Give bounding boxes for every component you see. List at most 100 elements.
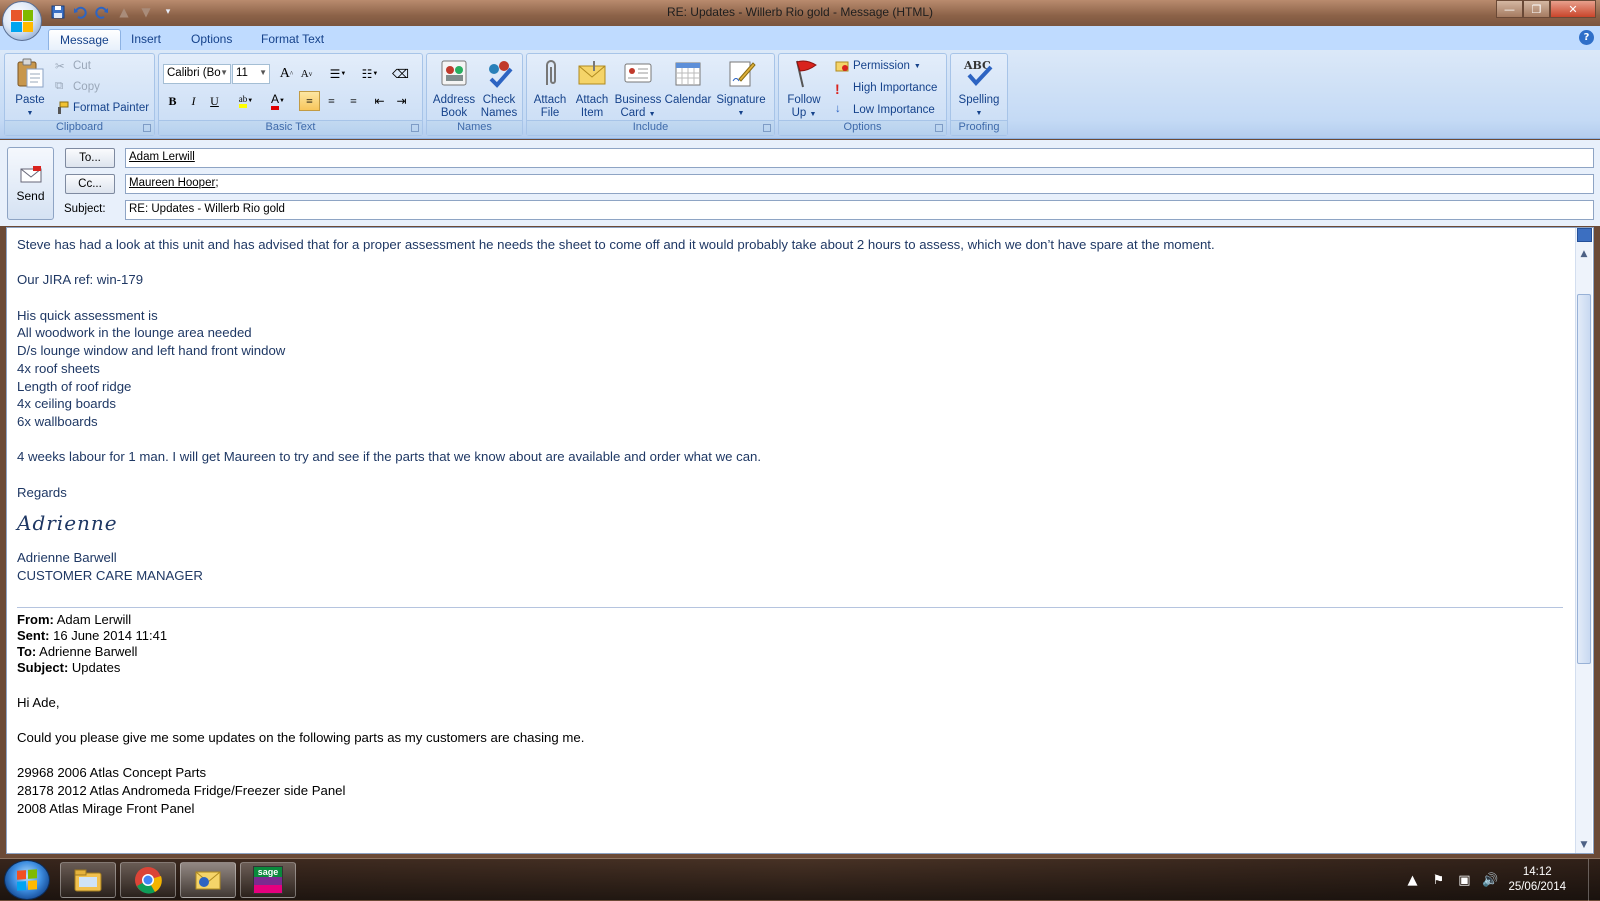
taskbar-sage[interactable]: sage: [240, 862, 296, 898]
subject-field[interactable]: RE: Updates - Willerb Rio gold: [125, 200, 1594, 220]
quoted-request: Could you please give me some updates on…: [17, 729, 585, 745]
attach-file-button[interactable]: Attach File: [529, 57, 571, 120]
signature-button[interactable]: Signature ▼: [713, 57, 769, 120]
assessment-item: Length of roof ridge: [17, 378, 132, 394]
vertical-scrollbar[interactable]: ▲ ▼: [1575, 228, 1592, 853]
tab-insert[interactable]: Insert: [120, 29, 172, 50]
minimize-button[interactable]: —: [1496, 0, 1523, 18]
follow-up-button[interactable]: Follow Up ▼: [783, 57, 825, 121]
increase-indent-button[interactable]: ⇥: [391, 91, 412, 111]
send-button[interactable]: Send: [7, 147, 54, 220]
cc-recipient[interactable]: Maureen Hooper: [129, 177, 215, 189]
paste-icon: [14, 57, 46, 89]
align-left-button[interactable]: ≡: [299, 91, 320, 111]
action-center-flag-icon[interactable]: ⚑: [1430, 872, 1446, 888]
decrease-indent-button[interactable]: ⇤: [369, 91, 390, 111]
attach-item-button[interactable]: Attach Item: [571, 57, 613, 120]
address-book-label-2: Book: [440, 107, 468, 119]
low-importance-button[interactable]: ↓ Low Importance: [835, 100, 935, 120]
tab-options[interactable]: Options: [180, 29, 243, 50]
font-size-combo[interactable]: 11 ▼: [232, 64, 270, 84]
maximize-button[interactable]: ❐: [1523, 0, 1550, 18]
increase-indent-icon: ⇥: [396, 93, 407, 108]
start-button[interactable]: [4, 860, 50, 900]
bullets-icon: ☰: [329, 66, 341, 81]
scrollbar-thumb[interactable]: [1577, 294, 1591, 664]
options-dialog-launcher[interactable]: [935, 124, 943, 132]
outlook-icon: [195, 871, 221, 890]
tab-format-text[interactable]: Format Text: [250, 29, 335, 50]
network-icon[interactable]: ▣: [1456, 872, 1472, 888]
font-name-combo[interactable]: Calibri (Bo ▼: [163, 64, 231, 84]
cut-icon: ✂: [55, 61, 65, 73]
to-button[interactable]: To...: [65, 148, 115, 168]
scroll-down-icon[interactable]: ▼: [1576, 837, 1592, 853]
include-dialog-launcher[interactable]: [763, 124, 771, 132]
ribbon-tabs: Message Insert Options Format Text ?: [0, 26, 1600, 50]
volume-icon[interactable]: 🔊: [1482, 872, 1498, 888]
show-hidden-icons-icon[interactable]: ▲: [1404, 872, 1420, 888]
decrease-indent-icon: ⇤: [374, 93, 385, 108]
numbering-icon: ☷: [361, 66, 373, 81]
copy-button[interactable]: ⧉ Copy: [55, 77, 100, 97]
close-button[interactable]: ✕: [1550, 0, 1596, 18]
clear-formatting-button[interactable]: ⌫: [390, 64, 411, 84]
taskbar-chrome[interactable]: [120, 862, 176, 898]
tab-message[interactable]: Message: [48, 29, 121, 50]
align-right-button[interactable]: ≡: [343, 91, 364, 111]
highlight-button[interactable]: ab ▼: [231, 91, 261, 111]
quoted-subject: Subject: Updates: [17, 660, 1563, 676]
clipboard-dialog-launcher[interactable]: [143, 124, 151, 132]
taskbar-explorer[interactable]: [60, 862, 116, 898]
address-book-button[interactable]: Address Book: [431, 57, 477, 120]
quoted-part: 29968 2006 Atlas Concept Parts: [17, 765, 207, 781]
shrink-font-button[interactable]: Av: [296, 64, 317, 84]
format-painter-button[interactable]: Format Painter: [55, 98, 149, 118]
to-field[interactable]: Adam Lerwill: [125, 148, 1594, 168]
send-envelope-icon: [20, 165, 41, 182]
cc-field[interactable]: Maureen Hooper;: [125, 174, 1594, 194]
taskbar-outlook[interactable]: [180, 862, 236, 898]
red-flag-icon: [788, 57, 820, 89]
quoted-divider: [17, 606, 1563, 608]
copy-label: Copy: [73, 81, 100, 93]
permission-button[interactable]: Permission ▼: [835, 56, 921, 76]
italic-button[interactable]: I: [183, 91, 204, 111]
cc-button[interactable]: Cc...: [65, 174, 115, 194]
office-logo-icon: [11, 10, 33, 32]
grow-font-icon: A: [279, 66, 290, 81]
names-group: Address Book Check Names Names: [426, 53, 523, 136]
grow-font-button[interactable]: A ^: [276, 64, 297, 84]
cut-button[interactable]: ✂ Cut: [55, 56, 91, 76]
bullets-button[interactable]: ☰ ▼: [325, 64, 351, 84]
quoted-to: To: Adrienne Barwell: [17, 644, 1563, 660]
underline-button[interactable]: U: [204, 91, 225, 111]
business-card-button[interactable]: Business Card ▼: [613, 57, 663, 121]
message-body-content[interactable]: Steve has had a look at this unit and ha…: [17, 236, 1563, 817]
scroll-up-icon[interactable]: ▲: [1576, 246, 1592, 262]
help-icon[interactable]: ?: [1579, 30, 1594, 45]
numbering-button[interactable]: ☷ ▼: [357, 64, 383, 84]
calendar-button[interactable]: Calendar: [663, 57, 713, 107]
office-button[interactable]: [2, 1, 42, 41]
high-importance-button[interactable]: ! High Importance: [835, 78, 937, 98]
system-clock[interactable]: 14:12 25/06/2014: [1508, 865, 1566, 895]
font-size-value: 11: [236, 67, 248, 79]
title-bar: ▲ ▼ ▾ RE: Updates - Willerb Rio gold - M…: [0, 0, 1600, 26]
spelling-button[interactable]: ABC Spelling ▼: [954, 57, 1004, 120]
font-color-button[interactable]: A ▼: [263, 91, 293, 111]
align-center-button[interactable]: ≡: [321, 91, 342, 111]
message-body[interactable]: Steve has had a look at this unit and ha…: [6, 227, 1594, 854]
quoted-to-label: To:: [17, 643, 37, 659]
clear-formatting-icon: ⌫: [392, 66, 409, 81]
window-controls: — ❐ ✕: [1496, 0, 1596, 18]
bold-button[interactable]: B: [162, 91, 183, 111]
view-ruler-icon[interactable]: [1577, 228, 1592, 242]
check-names-button[interactable]: Check Names: [477, 57, 521, 120]
to-recipient[interactable]: Adam Lerwill: [129, 151, 195, 163]
options-group-label: Options: [779, 120, 946, 135]
show-desktop-button[interactable]: [1588, 859, 1600, 901]
paste-button[interactable]: Paste ▼: [10, 57, 50, 120]
quoted-sent-value: 16 June 2014 11:41: [53, 627, 168, 643]
basic-text-dialog-launcher[interactable]: [411, 124, 419, 132]
